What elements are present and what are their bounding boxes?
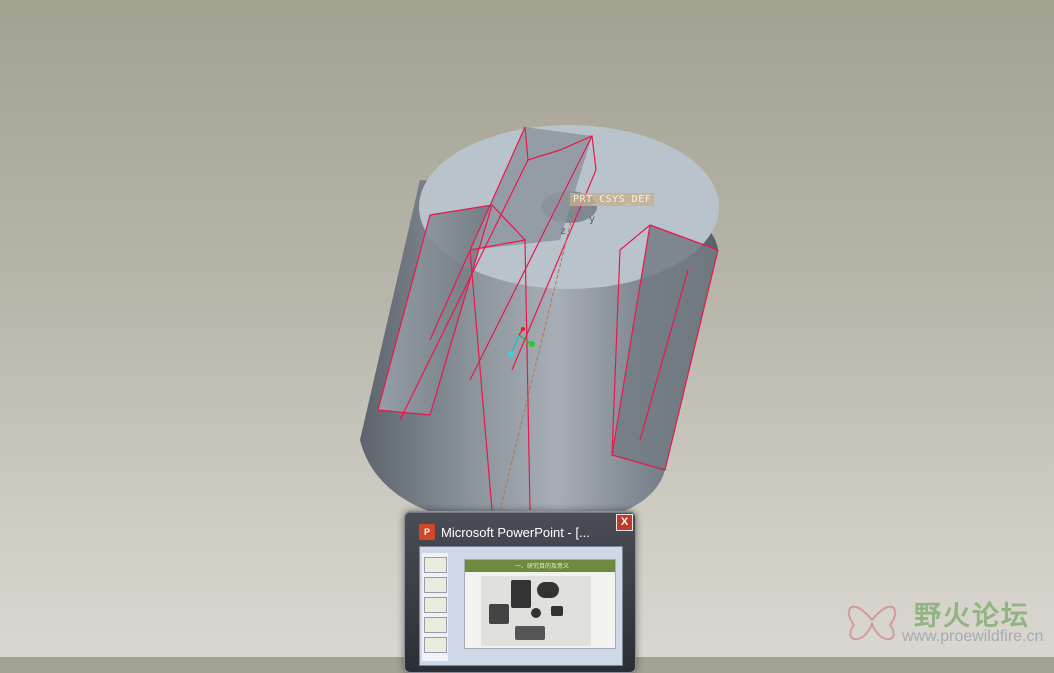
photo-object [531, 608, 541, 618]
slide-photo [481, 576, 591, 646]
photo-object [551, 606, 563, 616]
mini-slide [424, 617, 447, 633]
butterfly-logo-icon [847, 605, 897, 641]
mini-slide [424, 557, 447, 573]
thumbnail-titlebar[interactable]: P Microsoft PowerPoint - [... [419, 522, 625, 542]
mini-slide [424, 577, 447, 593]
taskbar-thumbnail-popup[interactable]: P Microsoft PowerPoint - [... X 一、研究目的及意… [404, 511, 636, 673]
close-button[interactable]: X [616, 514, 633, 531]
slide-title: 一、研究目的及意义 [515, 564, 570, 570]
slide-thumbnails-pane [422, 553, 448, 661]
watermark-url: www.proewildfire.cn [902, 628, 1044, 645]
csys-label: PRT_CSYS_DEF [570, 193, 655, 206]
mini-slide [424, 637, 447, 653]
window-preview[interactable]: 一、研究目的及意义 [419, 546, 623, 666]
photo-object [489, 604, 509, 624]
photo-object [511, 580, 531, 608]
thumbnail-title: Microsoft PowerPoint - [... [441, 524, 590, 540]
mini-slide [424, 597, 447, 613]
forum-watermark: 野火论坛 www.proewildfire.cn [842, 590, 1052, 652]
axis-z-label: z [560, 226, 567, 237]
slide-preview: 一、研究目的及意义 [464, 559, 616, 649]
powerpoint-icon: P [419, 524, 435, 540]
photo-object [515, 626, 545, 640]
photo-object [537, 582, 559, 598]
axis-y-label: y [589, 214, 596, 225]
